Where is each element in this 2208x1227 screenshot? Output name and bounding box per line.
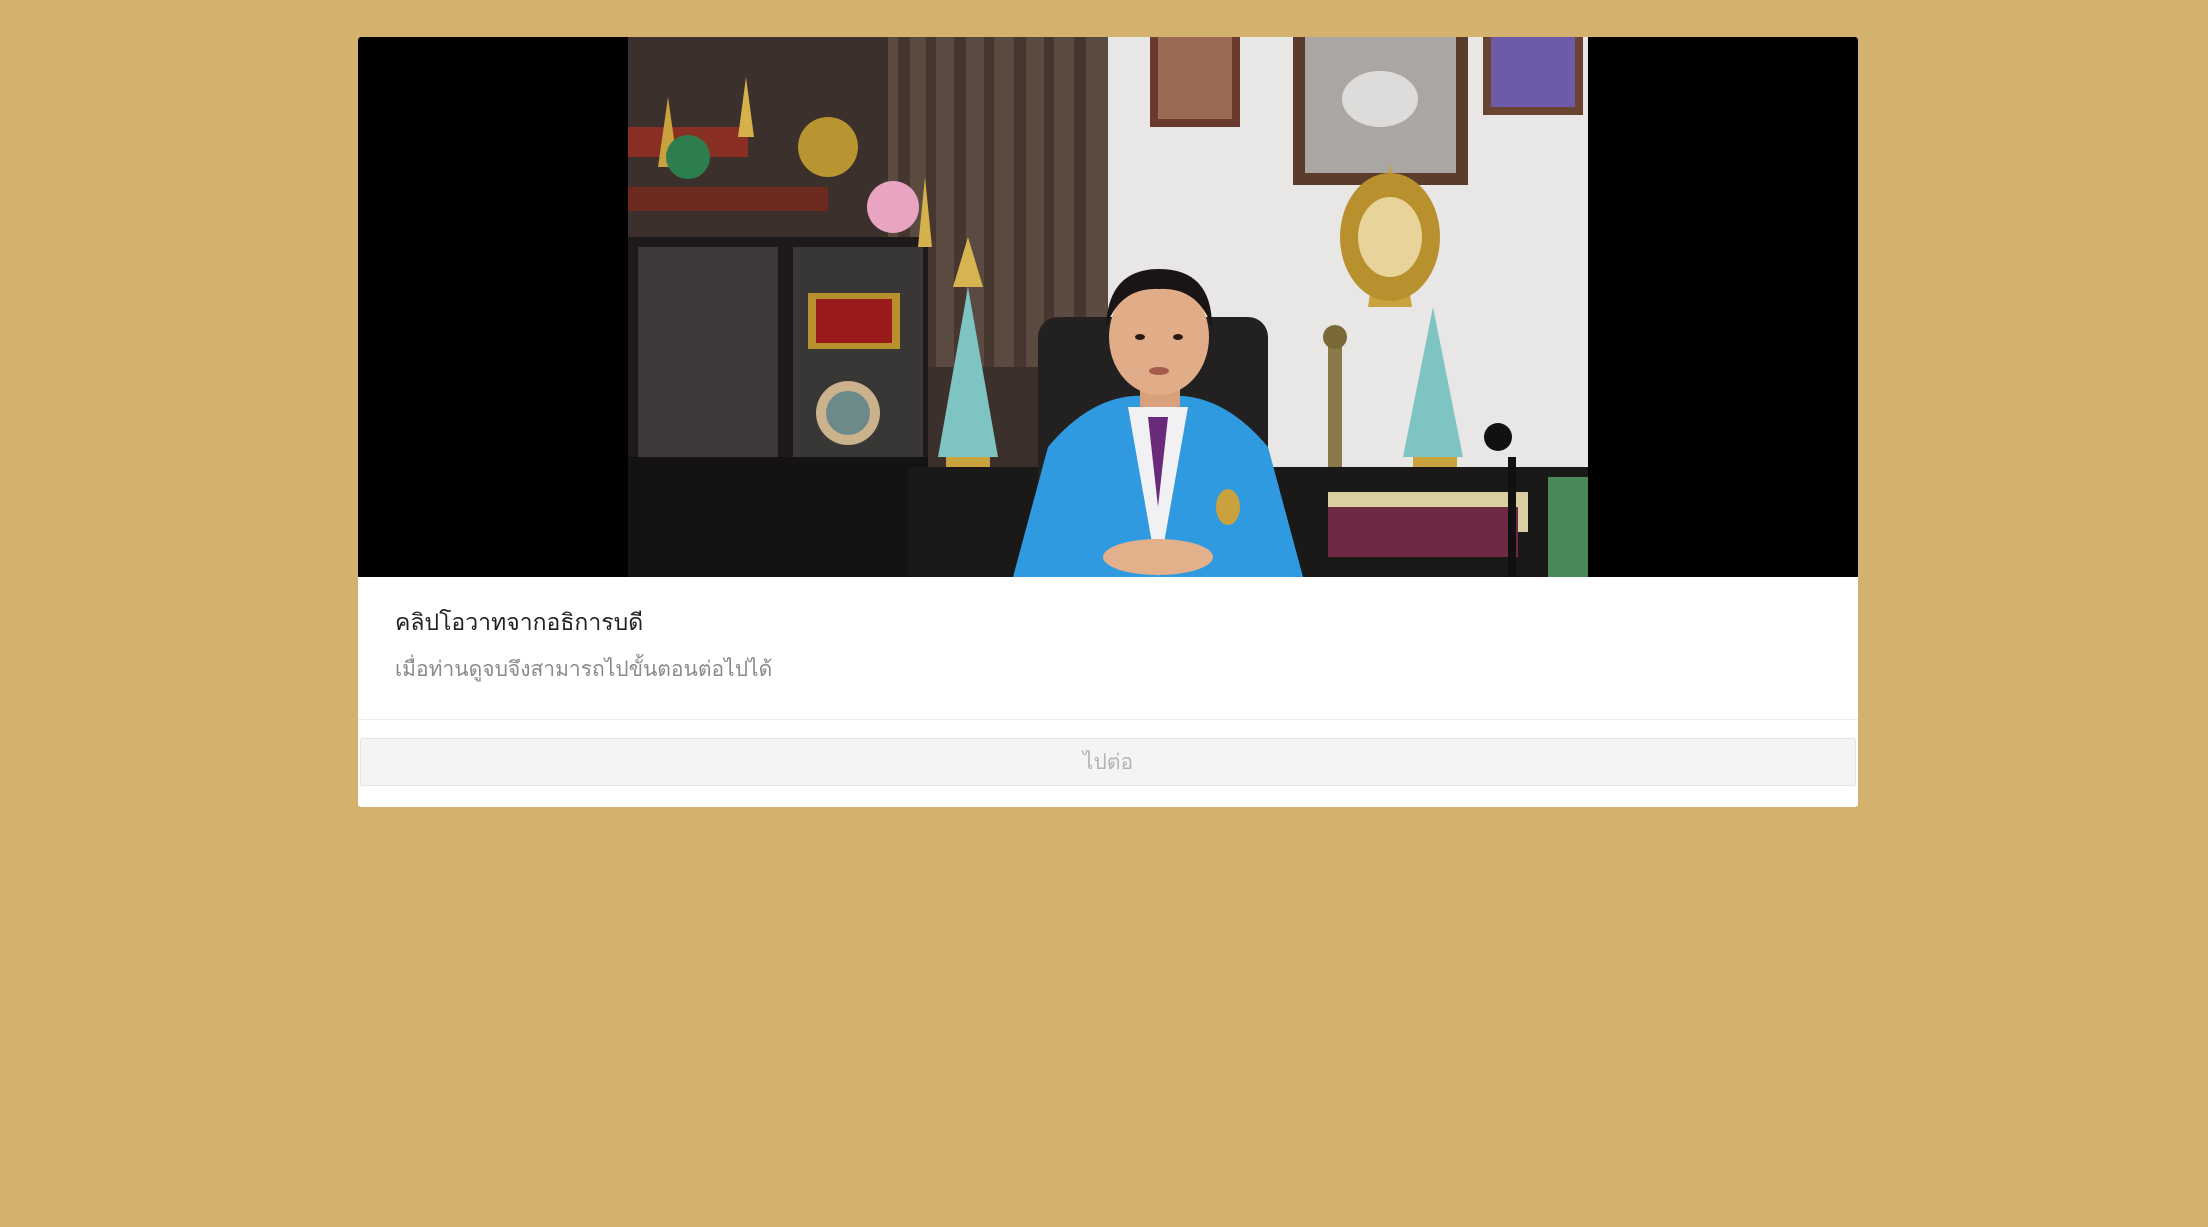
video-card: คลิปโอวาทจากอธิการบดี เมื่อท่านดูจบจึงสา… xyxy=(358,37,1858,807)
card-title: คลิปโอวาทจากอธิการบดี xyxy=(395,610,644,636)
video-still-image xyxy=(628,37,1588,577)
video-frame[interactable] xyxy=(628,37,1588,577)
video-player[interactable] xyxy=(358,37,1858,577)
card-subtitle: เมื่อท่านดูจบจึงสามารถไปขั้นตอนต่อไปได้ xyxy=(395,657,773,681)
card-body: คลิปโอวาทจากอธิการบดี เมื่อท่านดูจบจึงสา… xyxy=(358,577,1858,720)
continue-button[interactable]: ไปต่อ xyxy=(360,738,1856,786)
